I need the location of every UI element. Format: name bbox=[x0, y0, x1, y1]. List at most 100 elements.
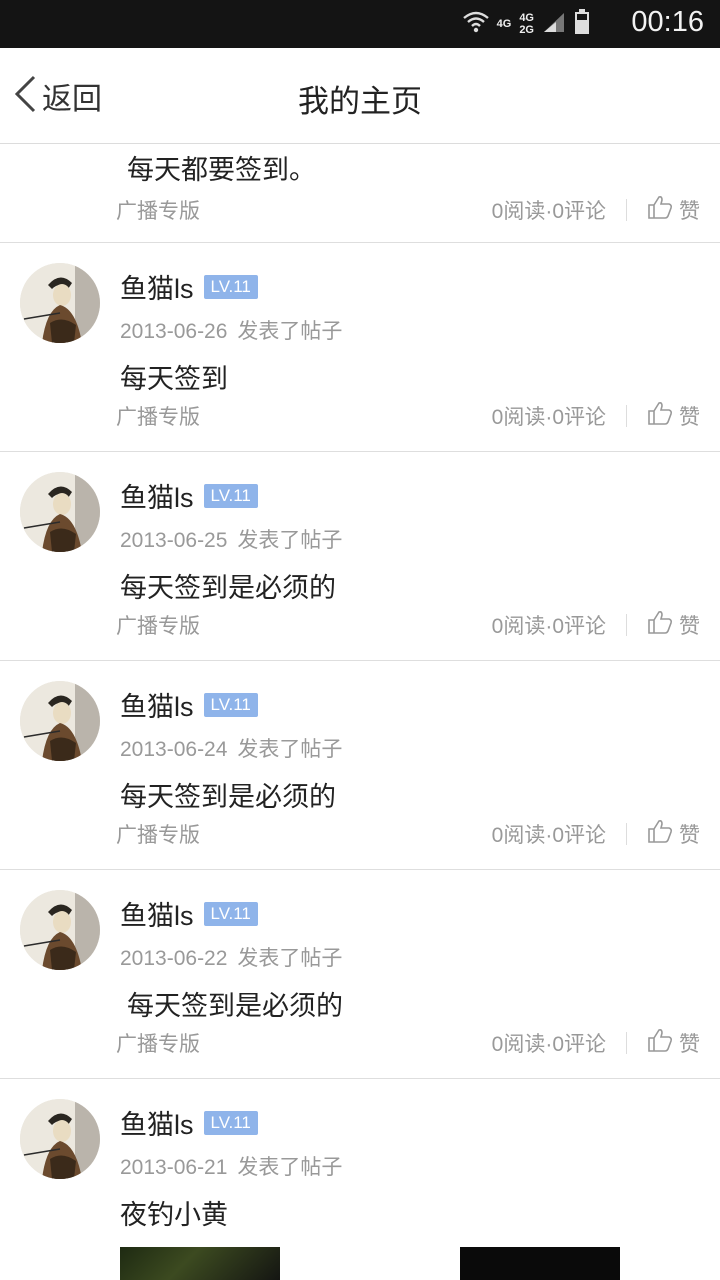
network-type-2-bottom: 2G bbox=[519, 24, 534, 36]
like-button[interactable]: 赞 bbox=[647, 1027, 700, 1059]
avatar[interactable] bbox=[20, 472, 100, 552]
post-meta: 2013-06-25 发表了帖子 bbox=[120, 524, 342, 554]
like-button[interactable]: 赞 bbox=[647, 194, 700, 226]
username-row: 鱼猫ls LV.11 bbox=[120, 894, 258, 933]
post-card[interactable]: 鱼猫ls LV.11 2013-06-26 发表了帖子 每天签到 广播专版 0阅读… bbox=[0, 243, 720, 452]
post-stats: 0阅读·0评论 bbox=[491, 615, 606, 638]
post-stats: 0阅读·0评论 bbox=[491, 1033, 606, 1056]
post-content: 每天签到是必须的 bbox=[120, 782, 336, 812]
page-title: 我的主页 bbox=[298, 84, 422, 119]
post-date: 2013-06-21 bbox=[120, 1156, 228, 1179]
level-badge: LV.11 bbox=[203, 274, 258, 299]
level-badge: LV.11 bbox=[203, 1110, 258, 1135]
post-meta: 2013-06-22 发表了帖子 bbox=[120, 942, 342, 972]
divider bbox=[626, 405, 627, 427]
avatar-image bbox=[20, 681, 100, 761]
post-feed: 每天都要签到。 广播专版 0阅读·0评论 赞 鱼猫ls LV.11 2013-0… bbox=[0, 145, 720, 1280]
username[interactable]: 鱼猫ls bbox=[120, 685, 194, 724]
board-name[interactable]: 广播专版 bbox=[116, 610, 492, 640]
post-footer: 广播专版 0阅读·0评论 赞 bbox=[116, 1028, 700, 1058]
board-name[interactable]: 广播专版 bbox=[116, 195, 492, 225]
username[interactable]: 鱼猫ls bbox=[120, 267, 194, 306]
post-image-thumbnail[interactable] bbox=[460, 1247, 620, 1280]
post-footer: 广播专版 0阅读·0评论 赞 bbox=[116, 401, 700, 431]
post-image-thumbnail[interactable] bbox=[120, 1247, 280, 1280]
post-content: 每天签到是必须的 bbox=[120, 573, 336, 603]
avatar-image bbox=[20, 1099, 100, 1179]
post-action: 发表了帖子 bbox=[237, 1156, 343, 1179]
avatar[interactable] bbox=[20, 263, 100, 343]
divider bbox=[626, 823, 627, 845]
post-date: 2013-06-25 bbox=[120, 529, 228, 552]
post-content: 夜钓小黄 bbox=[120, 1200, 228, 1230]
post-stats: 0阅读·0评论 bbox=[491, 200, 606, 223]
username[interactable]: 鱼猫ls bbox=[120, 476, 194, 515]
post-date: 2013-06-24 bbox=[120, 738, 228, 761]
board-name[interactable]: 广播专版 bbox=[116, 819, 492, 849]
like-label: 赞 bbox=[679, 1033, 700, 1056]
divider bbox=[626, 614, 627, 636]
status-bar: 4G 4G 2G 00:16 bbox=[0, 0, 720, 48]
post-date: 2013-06-22 bbox=[120, 947, 228, 970]
post-footer: 广播专版 0阅读·0评论 赞 bbox=[116, 819, 700, 849]
top-nav-bar: 返回 我的主页 bbox=[0, 48, 720, 144]
post-meta: 2013-06-26 发表了帖子 bbox=[120, 315, 342, 345]
signal-icon bbox=[542, 11, 566, 37]
post-action: 发表了帖子 bbox=[237, 529, 343, 552]
network-type-2-top: 4G bbox=[519, 12, 534, 24]
username-row: 鱼猫ls LV.11 bbox=[120, 476, 258, 515]
thumbs-up-icon bbox=[647, 609, 673, 641]
level-badge: LV.11 bbox=[203, 901, 258, 926]
avatar-image bbox=[20, 890, 100, 970]
post-content: 每天签到是必须的 bbox=[127, 991, 343, 1021]
username-row: 鱼猫ls LV.11 bbox=[120, 685, 258, 724]
wifi-icon bbox=[462, 11, 489, 37]
post-footer: 广播专版 0阅读·0评论 赞 bbox=[116, 195, 700, 225]
post-date: 2013-06-26 bbox=[120, 320, 228, 343]
network-type-2: 4G 2G bbox=[519, 12, 534, 36]
avatar[interactable] bbox=[20, 890, 100, 970]
post-footer: 广播专版 0阅读·0评论 赞 bbox=[116, 610, 700, 640]
avatar-image bbox=[20, 472, 100, 552]
post-stats: 0阅读·0评论 bbox=[491, 824, 606, 847]
post-action: 发表了帖子 bbox=[237, 947, 343, 970]
thumbs-up-icon bbox=[647, 818, 673, 850]
network-type-1: 4G bbox=[496, 18, 512, 30]
divider bbox=[626, 199, 627, 221]
avatar[interactable] bbox=[20, 1099, 100, 1179]
avatar-image bbox=[20, 263, 100, 343]
like-button[interactable]: 赞 bbox=[647, 818, 700, 850]
level-badge: LV.11 bbox=[203, 483, 258, 508]
divider bbox=[626, 1032, 627, 1054]
status-icons: 4G 4G 2G bbox=[462, 9, 590, 39]
thumbs-up-icon bbox=[647, 194, 673, 226]
username[interactable]: 鱼猫ls bbox=[120, 1103, 194, 1142]
thumbs-up-icon bbox=[647, 400, 673, 432]
username-row: 鱼猫ls LV.11 bbox=[120, 1103, 258, 1142]
like-label: 赞 bbox=[679, 615, 700, 638]
level-badge: LV.11 bbox=[203, 692, 258, 717]
like-button[interactable]: 赞 bbox=[647, 609, 700, 641]
post-meta: 2013-06-24 发表了帖子 bbox=[120, 733, 342, 763]
post-meta: 2013-06-21 发表了帖子 bbox=[120, 1151, 342, 1181]
like-label: 赞 bbox=[679, 406, 700, 429]
post-card[interactable]: 鱼猫ls LV.11 2013-06-24 发表了帖子 每天签到是必须的 广播专版… bbox=[0, 661, 720, 870]
post-content: 每天签到 bbox=[120, 364, 228, 394]
post-action: 发表了帖子 bbox=[237, 738, 343, 761]
post-card[interactable]: 每天都要签到。 广播专版 0阅读·0评论 赞 bbox=[0, 145, 720, 243]
post-image-row bbox=[120, 1247, 620, 1280]
post-card[interactable]: 鱼猫ls LV.11 2013-06-21 发表了帖子 夜钓小黄 bbox=[0, 1079, 720, 1280]
avatar[interactable] bbox=[20, 681, 100, 761]
like-button[interactable]: 赞 bbox=[647, 400, 700, 432]
post-content: 每天都要签到。 bbox=[127, 155, 316, 185]
board-name[interactable]: 广播专版 bbox=[116, 1028, 492, 1058]
username[interactable]: 鱼猫ls bbox=[120, 894, 194, 933]
board-name[interactable]: 广播专版 bbox=[116, 401, 492, 431]
status-time: 00:16 bbox=[631, 6, 704, 38]
post-stats: 0阅读·0评论 bbox=[491, 406, 606, 429]
post-card[interactable]: 鱼猫ls LV.11 2013-06-22 发表了帖子 每天签到是必须的 广播专版… bbox=[0, 870, 720, 1079]
post-action: 发表了帖子 bbox=[237, 320, 343, 343]
like-label: 赞 bbox=[679, 824, 700, 847]
post-card[interactable]: 鱼猫ls LV.11 2013-06-25 发表了帖子 每天签到是必须的 广播专版… bbox=[0, 452, 720, 661]
battery-icon bbox=[574, 9, 590, 39]
